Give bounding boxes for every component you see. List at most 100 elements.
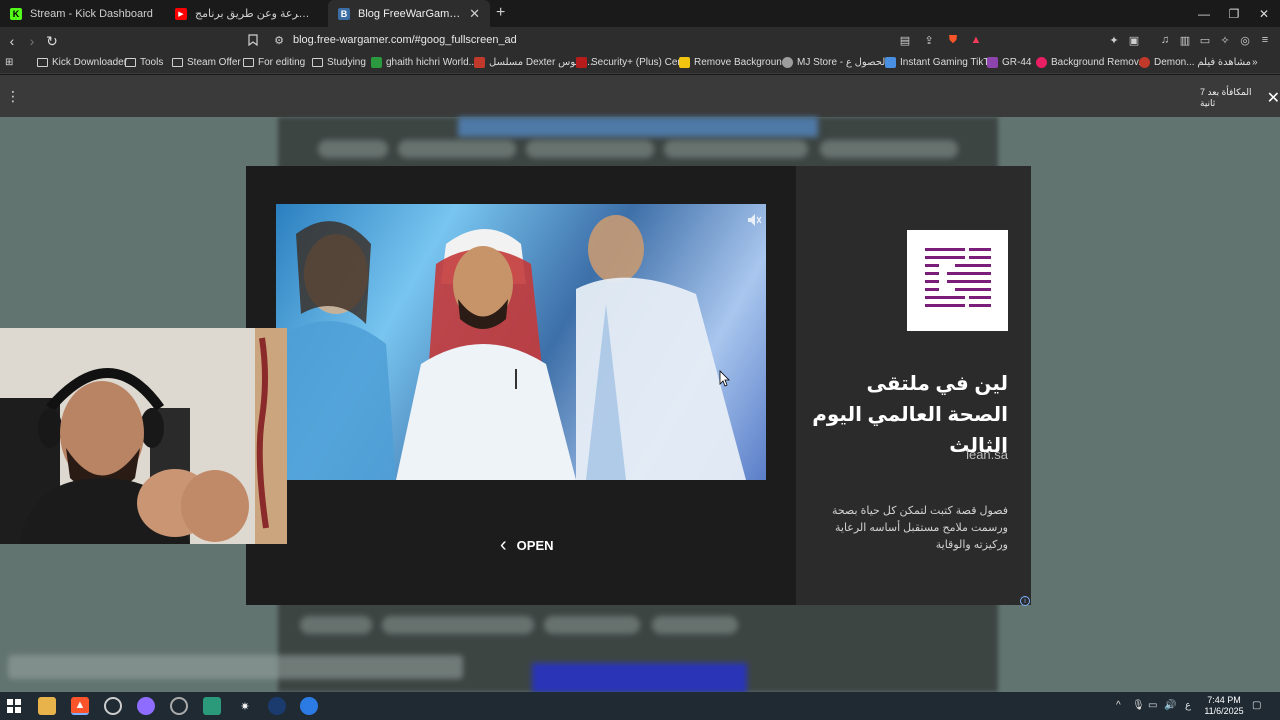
language-indicator[interactable]: ع <box>1185 700 1191 711</box>
wallet-icon[interactable]: ▭ <box>1198 33 1212 47</box>
bookmark-label: Kick Downloader <box>52 57 128 68</box>
bookmark-instant-gaming[interactable]: Instant Gaming TikT... <box>885 57 997 68</box>
windows-taskbar: ▲ ✷ ^ 🎙 ▭ 🔊 ع 7:44 PM 11/6/2025 ▢ <box>0 692 1280 720</box>
info-icon[interactable]: i <box>1020 596 1030 606</box>
site-favicon-icon <box>1139 57 1150 68</box>
brave-browser-icon[interactable]: ▲ <box>71 697 89 715</box>
back-icon[interactable]: ‹ <box>2 31 22 51</box>
bookmark-label: Demon... مشاهدة فيلم <box>1154 57 1251 68</box>
blurred-tag <box>300 616 372 634</box>
close-tab-icon[interactable]: ✕ <box>469 6 480 22</box>
network-icon[interactable]: ▭ <box>1148 700 1157 711</box>
tab-label: Blog FreeWarGamer – Blog Freew <box>358 7 461 20</box>
bookmark-label: Tools <box>140 57 164 68</box>
clock-time: 7:44 PM <box>1207 695 1241 705</box>
vpn-icon[interactable]: ◎ <box>1238 33 1252 47</box>
brave-rewards-icon[interactable]: ▲ <box>969 33 983 47</box>
bookmark-security-plus[interactable]: Security+ (Plus) Cer... <box>576 57 689 68</box>
screenshot-icon[interactable]: ▣ <box>1127 33 1141 47</box>
site-favicon-icon <box>371 57 382 68</box>
site-info-icon[interactable]: ⚙ <box>272 33 286 47</box>
tab-label: Stream - Kick Dashboard <box>30 7 153 20</box>
bookmark-demon[interactable]: Demon... مشاهدة فيلم <box>1139 57 1251 68</box>
app-icon[interactable] <box>300 697 318 715</box>
game-icon[interactable]: ✷ <box>236 697 254 715</box>
tab-blog-freewargamer[interactable]: B Blog FreeWarGamer – Blog Freew ✕ <box>328 0 490 27</box>
bookmark-icon[interactable] <box>246 33 260 47</box>
recorder-icon[interactable] <box>170 697 188 715</box>
forward-icon[interactable]: › <box>22 31 42 51</box>
editor-icon[interactable] <box>203 697 221 715</box>
tab-kick-dashboard[interactable]: K Stream - Kick Dashboard <box>0 0 165 27</box>
leo-ai-icon[interactable]: ✧ <box>1218 33 1232 47</box>
page-header: ⋮ المكافأة بعد 7 ثانية ✕ <box>0 75 1280 117</box>
blurred-tag <box>318 140 388 158</box>
more-bookmarks-icon[interactable]: » <box>1252 57 1258 68</box>
share-icon[interactable]: ⇪ <box>922 33 936 47</box>
reader-mode-icon[interactable]: ▤ <box>898 33 912 47</box>
brave-shields-icon[interactable]: ⛊ <box>946 33 960 47</box>
tab-label: ترجمة أي لعبة بسرعة وعن طريق برنامج <box>195 8 317 20</box>
microphone-icon[interactable]: 🎙 <box>1132 700 1145 711</box>
tab-strip: K Stream - Kick Dashboard ▶ ترجمة أي لعب… <box>0 0 1280 27</box>
bookmark-label: Steam Offer <box>187 57 241 68</box>
restore-icon[interactable]: ❐ <box>1218 0 1250 27</box>
ad-domain[interactable]: lean.sa <box>966 447 1008 462</box>
close-ad-countdown: المكافأة بعد 7 ثانية <box>1200 87 1252 108</box>
more-options-icon[interactable]: ⋮ <box>6 88 20 105</box>
steam-icon[interactable] <box>268 697 286 715</box>
ad-open-button[interactable]: ‹ OPEN <box>500 534 554 557</box>
start-menu-icon[interactable] <box>5 697 23 715</box>
address-bar[interactable]: ⚙ blog.free-wargamer.com/#goog_fullscree… <box>240 30 990 51</box>
tab-youtube-translate[interactable]: ▶ ترجمة أي لعبة بسرعة وعن طريق برنامج <box>165 0 327 27</box>
obs-icon[interactable] <box>104 697 122 715</box>
notifications-icon[interactable]: ▢ <box>1252 700 1261 711</box>
ad-video[interactable] <box>276 204 766 480</box>
close-icon[interactable]: ✕ <box>1267 88 1280 108</box>
youtube-favicon-icon: ▶ <box>175 7 187 20</box>
bookmark-label: MJ Store - الحصول ع... <box>797 57 896 68</box>
bookmark-for-editing[interactable]: For editing <box>243 57 305 68</box>
site-favicon-icon <box>576 57 587 68</box>
bookmark-steam-offer[interactable]: Steam Offer <box>172 57 241 68</box>
chat-app-icon[interactable] <box>137 697 155 715</box>
blurred-tag <box>398 140 516 158</box>
close-window-icon[interactable]: ✕ <box>1248 0 1280 27</box>
bookmark-remove-bg[interactable]: Remove Backgroun... <box>679 57 790 68</box>
bookmark-gr44[interactable]: GR-44 <box>987 57 1031 68</box>
media-icon[interactable]: ♫ <box>1158 33 1172 47</box>
bookmark-label: GR-44 <box>1002 57 1032 68</box>
site-favicon-icon <box>1036 57 1047 68</box>
blog-favicon-icon: B <box>338 7 350 20</box>
blurred-tag <box>382 616 534 634</box>
minimize-icon[interactable]: — <box>1188 0 1220 27</box>
advertiser-logo[interactable] <box>907 230 1008 331</box>
sidebar-icon[interactable]: ▥ <box>1178 33 1192 47</box>
extensions-icon[interactable]: ✦ <box>1107 33 1121 47</box>
blurred-tag <box>820 140 958 158</box>
clock-date: 11/6/2025 <box>1204 706 1244 716</box>
blurred-blue-button <box>532 663 747 692</box>
reload-icon[interactable]: ↻ <box>42 31 62 51</box>
blurred-banner <box>458 117 818 137</box>
menu-icon[interactable]: ≡ <box>1258 33 1272 47</box>
show-hidden-icons-icon[interactable]: ^ <box>1116 700 1121 711</box>
bookmark-background-remove[interactable]: Background Remov... <box>1036 57 1146 68</box>
address-toolbar: ‹ › ↻ ⚙ blog.free-wargamer.com/#goog_ful… <box>0 27 1280 54</box>
ad-description: فصول قصة كتبت لتمكن كل حياة بصحة ورسمت م… <box>831 505 1008 551</box>
file-explorer-icon[interactable] <box>38 697 56 715</box>
bookmark-ghaith[interactable]: ghaith hichri World... <box>371 57 477 68</box>
bookmark-mj-store[interactable]: MJ Store - الحصول ع... <box>782 57 896 68</box>
apps-grid-icon[interactable]: ⊞ <box>5 57 13 68</box>
kick-favicon-icon: K <box>10 7 22 20</box>
volume-icon[interactable]: 🔊 <box>1164 700 1176 711</box>
bookmark-studying[interactable]: Studying <box>312 57 366 68</box>
new-tab-button[interactable]: + <box>496 4 505 22</box>
blurred-tag <box>544 616 640 634</box>
close-ad-button[interactable]: المكافأة بعد 7 ثانية ✕ <box>1200 87 1280 109</box>
ad-info-panel: لين في ملتقى الصحة العالمي اليوم الثالث … <box>796 166 1031 605</box>
bookmark-tools[interactable]: Tools <box>125 57 163 68</box>
url-text: blog.free-wargamer.com/#goog_fullscreen_… <box>293 34 517 46</box>
bookmark-kick-downloader[interactable]: Kick Downloader <box>37 57 127 68</box>
system-clock[interactable]: 7:44 PM 11/6/2025 <box>1196 695 1252 717</box>
